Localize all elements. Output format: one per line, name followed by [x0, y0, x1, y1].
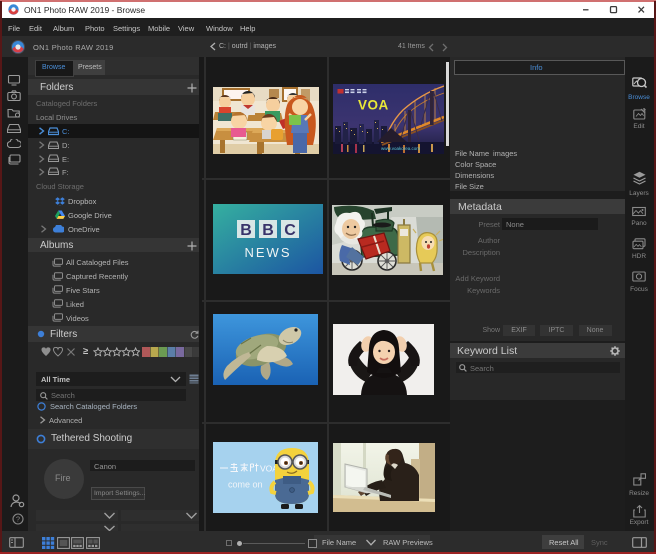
- svg-text:NEWS: NEWS: [245, 245, 292, 260]
- svg-text:VOA: VOA: [358, 98, 389, 113]
- svg-text:come on: come on: [228, 480, 263, 490]
- svg-text:?: ?: [16, 515, 20, 524]
- svg-text:www.voakorea.com: www.voakorea.com: [381, 146, 420, 151]
- svg-text:B: B: [262, 222, 274, 239]
- svg-text:C: C: [284, 222, 296, 239]
- svg-text:B: B: [240, 222, 252, 239]
